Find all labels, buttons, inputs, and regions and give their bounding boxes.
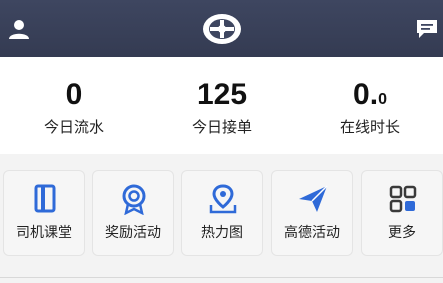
tile-heatmap-label: 热力图: [201, 225, 243, 241]
tile-amap-activity-label: 高德活动: [284, 225, 340, 241]
paper-plane-icon: [299, 185, 328, 212]
stat-orders[interactable]: 125 今日接单: [148, 57, 296, 154]
stat-orders-value: 125: [196, 78, 248, 111]
message-icon[interactable]: [416, 19, 438, 39]
shortcut-grid: 司机课堂 奖励活动 热力图 高德活动 更多: [0, 154, 443, 283]
top-bar: [0, 0, 443, 57]
tile-driver-class-label: 司机课堂: [16, 225, 72, 241]
stat-online-time-value: 0.0: [296, 75, 443, 120]
bottom-divider: [0, 277, 443, 278]
grid-icon: [389, 185, 417, 213]
book-icon: [34, 184, 56, 213]
stat-online-time-sub: 0: [378, 91, 387, 108]
stat-orders-label: 今日接单: [191, 118, 252, 136]
stat-online-time[interactable]: 0.0 在线时长: [296, 57, 443, 154]
stat-earnings-value: 0: [65, 78, 83, 111]
stats-panel: 0 今日流水 125 今日接单 0.0 在线时长: [0, 57, 443, 154]
tile-rewards[interactable]: 奖励活动: [92, 170, 174, 256]
map-pin-icon: [209, 184, 237, 214]
user-icon[interactable]: [8, 18, 30, 40]
stat-earnings[interactable]: 0 今日流水: [0, 57, 148, 154]
app-logo-icon: [203, 14, 241, 44]
stat-online-time-label: 在线时长: [339, 118, 400, 136]
tile-amap-activity[interactable]: 高德活动: [271, 170, 353, 256]
medal-icon: [122, 184, 146, 215]
tile-driver-class[interactable]: 司机课堂: [3, 170, 85, 256]
stat-online-time-main: 0.: [353, 78, 379, 111]
stat-earnings-label: 今日流水: [43, 118, 104, 136]
tile-more-label: 更多: [388, 225, 416, 241]
tile-more[interactable]: 更多: [361, 170, 443, 256]
tile-heatmap[interactable]: 热力图: [181, 170, 263, 256]
tile-rewards-label: 奖励活动: [105, 225, 161, 241]
